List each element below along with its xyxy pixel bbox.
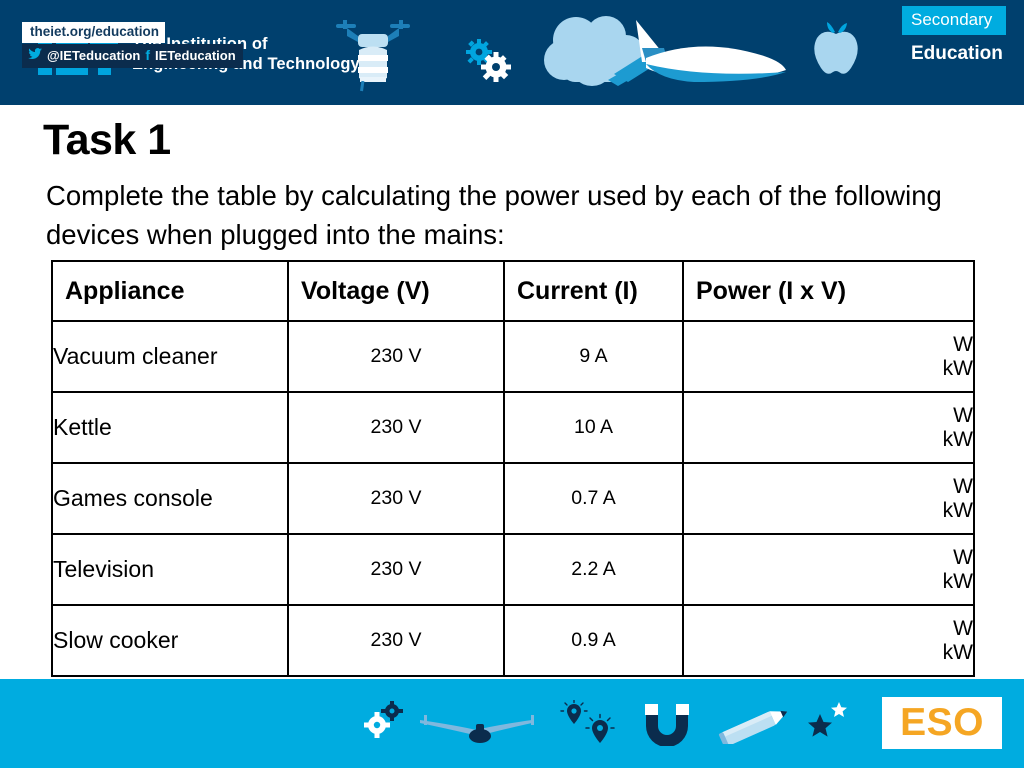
twitter-icon [28,47,42,64]
drone-icon [336,20,410,92]
facebook-handle[interactable]: IETeducation [155,48,236,64]
power-unit-kilowatts: kW [942,640,973,664]
cell-current: 10 A [503,391,684,464]
column-header-appliance: Appliance [51,260,289,322]
location-pin-icon [560,700,615,743]
appliance-power-table-wrapper: Appliance Voltage (V) Current (I) Power … [51,260,975,677]
task-instructions: Complete the table by calculating the po… [46,180,942,251]
cell-appliance: Games console [51,462,289,535]
power-unit-watts: W [953,545,973,569]
gears-icon [364,701,403,738]
table-row: Kettle 230 V 10 A W kW [51,391,975,464]
secondary-education-badge: Secondary Education [902,6,1006,64]
apple-icon [814,22,858,74]
cell-power-answer[interactable]: W kW [682,462,975,535]
badge-education-label: Education [911,42,1003,64]
appliance-power-table: Appliance Voltage (V) Current (I) Power … [51,260,975,677]
space-shuttle-icon [608,20,786,86]
cell-power-answer[interactable]: W kW [682,391,975,464]
power-unit-kilowatts: kW [942,498,973,522]
cell-appliance: Slow cooker [51,604,289,677]
cell-current: 0.9 A [503,604,684,677]
pencil-icon [718,710,788,744]
gears-icon [466,39,511,82]
table-row: Slow cooker 230 V 0.9 A W kW [51,604,975,677]
cell-voltage: 230 V [287,391,505,464]
cell-current: 2.2 A [503,533,684,606]
power-unit-kilowatts: kW [942,356,973,380]
power-unit-watts: W [953,332,973,356]
table-header-row: Appliance Voltage (V) Current (I) Power … [51,260,975,322]
cell-voltage: 230 V [287,533,505,606]
cell-appliance: Vacuum cleaner [51,320,289,393]
twitter-handle[interactable]: @IETeducation [47,48,140,64]
column-header-voltage: Voltage (V) [287,260,505,322]
cell-power-answer[interactable]: W kW [682,320,975,393]
eso-logo: ESO [882,697,1002,749]
cell-voltage: 230 V [287,462,505,535]
cell-voltage: 230 V [287,604,505,677]
cell-current: 0.7 A [503,462,684,535]
page-title: Task 1 [43,116,171,164]
power-unit-watts: W [953,403,973,427]
airplane-icon [420,715,534,743]
facebook-icon: f [145,47,151,64]
cell-current: 9 A [503,320,684,393]
column-header-current: Current (I) [503,260,684,322]
cell-power-answer[interactable]: W kW [682,533,975,606]
cell-appliance: Television [51,533,289,606]
badge-secondary-label: Secondary [902,6,1006,35]
magnet-icon [645,704,689,746]
cell-voltage: 230 V [287,320,505,393]
star-icon [808,702,847,737]
table-row: Television 230 V 2.2 A W kW [51,533,975,606]
column-header-power: Power (I x V) [682,260,975,322]
eso-logo-text: ESO [900,701,984,744]
power-unit-watts: W [953,474,973,498]
footer-website-link[interactable]: theiet.org/education [22,22,166,44]
footer-social-links: @IETeducation f IETeducation [22,44,243,68]
power-unit-watts: W [953,616,973,640]
footer-links: theiet.org/education @IETeducation f IET… [22,22,262,68]
cell-appliance: Kettle [51,391,289,464]
power-unit-kilowatts: kW [942,427,973,451]
cell-power-answer[interactable]: W kW [682,604,975,677]
table-row: Vacuum cleaner 230 V 9 A W kW [51,320,975,393]
power-unit-kilowatts: kW [942,569,973,593]
table-row: Games console 230 V 0.7 A W kW [51,462,975,535]
